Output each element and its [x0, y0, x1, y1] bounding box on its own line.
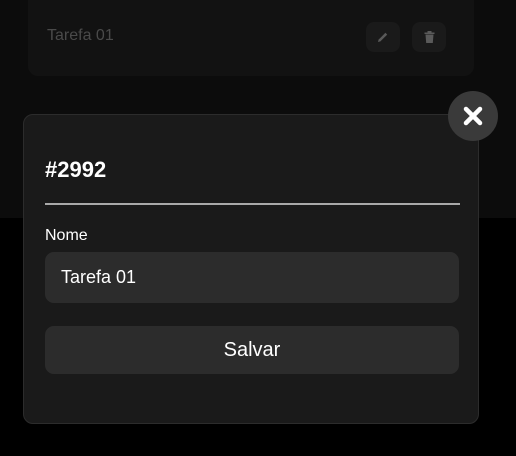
close-icon [463, 106, 483, 126]
page: Tarefa 01 #2992 Nome Salvar [0, 0, 516, 456]
modal-title: #2992 [45, 157, 107, 182]
delete-task-button[interactable] [412, 22, 446, 52]
edit-task-button[interactable] [366, 22, 400, 52]
close-modal-button[interactable] [448, 91, 498, 141]
save-button[interactable]: Salvar [45, 326, 459, 374]
divider [45, 203, 460, 205]
name-field-label: Nome [45, 227, 88, 244]
trash-icon [424, 31, 434, 43]
name-field[interactable] [45, 252, 459, 303]
pencil-icon [378, 32, 388, 42]
task-card-title: Tarefa 01 [47, 27, 114, 44]
edit-task-modal: #2992 Nome Salvar [23, 114, 479, 424]
